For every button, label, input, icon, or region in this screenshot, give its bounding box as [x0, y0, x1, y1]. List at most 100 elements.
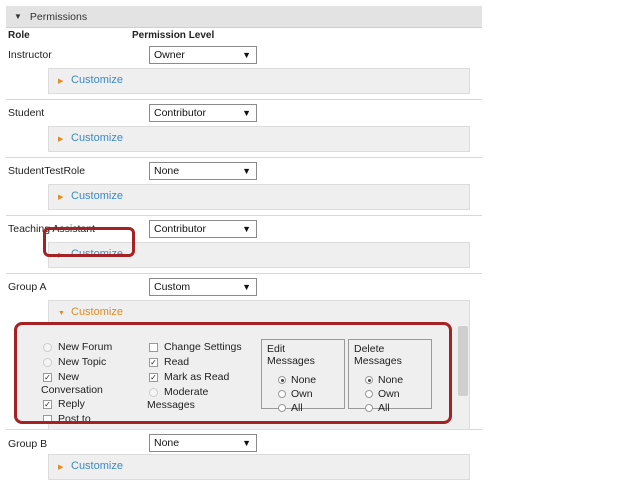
checkmark-icon: ✓ [43, 372, 52, 382]
read-label: Read [164, 356, 190, 368]
customize-bar: ▶ Customize [48, 454, 470, 480]
permissions-scrollbar[interactable] [458, 326, 468, 396]
edit-own-radio[interactable]: Own [278, 388, 313, 400]
disabled-checkbox-icon [149, 387, 158, 397]
checkmark-icon: ✓ [149, 357, 158, 367]
customize-bar: ▶ Customize [48, 126, 470, 152]
select-value: Contributor [154, 107, 206, 119]
delete-all-label: All [378, 402, 390, 414]
delete-all-radio[interactable]: All [365, 402, 390, 414]
role-label: StudentTestRole [8, 165, 86, 177]
section-title: Permissions [29, 10, 88, 23]
delete-messages-title: Delete Messages [354, 343, 402, 367]
permission-level-select[interactable]: Contributor ▼ [149, 220, 257, 238]
post-to-checkbox[interactable]: Post to [43, 413, 91, 424]
role-row: StudentTestRole None ▼ ▶ Customize [6, 158, 482, 216]
edit-messages-title: Edit Messages [267, 343, 315, 367]
checkbox-icon [149, 342, 158, 352]
customize-link[interactable]: Customize [71, 306, 123, 318]
edit-all-radio[interactable]: All [278, 402, 303, 414]
caret-right-icon: ▶ [58, 78, 64, 85]
new-topic-label: New Topic [58, 356, 107, 368]
delete-own-label: Own [378, 388, 400, 400]
role-row: Group B None ▼ ▶ Customize [6, 430, 482, 482]
checkbox-icon [43, 414, 52, 421]
radio-selected-icon [365, 376, 373, 384]
edit-title-line2: Messages [267, 355, 315, 367]
moderate-messages-checkbox[interactable]: Moderate [149, 386, 208, 398]
checkmark-icon: ✓ [149, 372, 158, 382]
reply-label: Reply [58, 398, 85, 410]
permission-level-select[interactable]: Owner ▼ [149, 46, 257, 64]
read-checkbox[interactable]: ✓ Read [149, 356, 189, 368]
edit-messages-group: Edit Messages None Own All [261, 339, 345, 414]
permission-level-select[interactable]: Contributor ▼ [149, 104, 257, 122]
permissions-section-header[interactable]: ▼ Permissions [6, 6, 482, 28]
post-to-label: Post to [58, 413, 91, 424]
new-forum-label: New Forum [58, 341, 113, 353]
delete-none-radio[interactable]: None [365, 374, 403, 386]
delete-none-label: None [378, 374, 404, 386]
reply-checkbox[interactable]: ✓ Reply [43, 398, 85, 410]
role-row: Student Contributor ▼ ▶ Customize [6, 100, 482, 158]
delete-title-line1: Delete [354, 343, 385, 355]
customize-bar: ▶ Customize [48, 184, 470, 210]
radio-selected-icon [278, 376, 286, 384]
radio-icon [278, 404, 286, 412]
select-value: Owner [154, 49, 185, 61]
customize-link[interactable]: Customize [71, 460, 123, 472]
role-column-header: Role [8, 30, 30, 41]
customize-link[interactable]: Customize [71, 132, 123, 144]
mark-as-read-checkbox[interactable]: ✓ Mark as Read [149, 371, 229, 383]
edit-all-label: All [291, 402, 303, 414]
new-conversation-checkbox[interactable]: ✓ New [43, 371, 79, 383]
caret-right-icon: ▶ [58, 464, 64, 471]
customize-highlight-outline [43, 227, 135, 257]
caret-right-icon: ▶ [58, 194, 64, 201]
dropdown-arrow-icon: ▼ [242, 438, 251, 448]
select-value: Contributor [154, 223, 206, 235]
caret-right-icon: ▶ [58, 136, 64, 143]
select-value: None [154, 165, 180, 177]
role-label: Group A [8, 281, 47, 293]
dropdown-arrow-icon: ▼ [242, 50, 251, 60]
dropdown-arrow-icon: ▼ [242, 166, 251, 176]
role-label: Instructor [8, 49, 52, 61]
caret-down-icon: ▼ [58, 310, 65, 317]
role-row: Instructor Owner ▼ ▶ Customize [6, 42, 482, 100]
edit-title-line1: Edit [267, 343, 286, 355]
disabled-checkbox-icon [43, 357, 52, 367]
select-value: None [154, 437, 180, 449]
new-conversation-label-line2: Conversation [41, 384, 103, 396]
new-topic-checkbox[interactable]: New Topic [43, 356, 106, 368]
change-settings-checkbox[interactable]: Change Settings [149, 341, 242, 353]
delete-title-line2: Messages [354, 355, 402, 367]
select-value: Custom [154, 281, 191, 293]
permission-level-column-header: Permission Level [132, 30, 215, 41]
edit-none-radio[interactable]: None [278, 374, 316, 386]
triangle-down-icon: ▼ [14, 12, 22, 21]
new-forum-checkbox[interactable]: New Forum [43, 341, 112, 353]
change-settings-label: Change Settings [164, 341, 242, 353]
custom-permissions-area: New Forum New Topic ✓ New Conversation ✓… [14, 322, 452, 424]
permission-level-select[interactable]: None ▼ [149, 162, 257, 180]
customize-link[interactable]: Customize [71, 74, 123, 86]
checkmark-icon: ✓ [43, 399, 52, 409]
radio-icon [278, 390, 286, 398]
radio-icon [365, 404, 373, 412]
mark-as-read-label: Mark as Read [164, 371, 230, 383]
disabled-checkbox-icon [43, 342, 52, 352]
permission-level-select[interactable]: Custom ▼ [149, 278, 257, 296]
role-label: Group B [8, 438, 48, 450]
dropdown-arrow-icon: ▼ [242, 108, 251, 118]
permission-level-select[interactable]: None ▼ [149, 434, 257, 452]
radio-icon [365, 390, 373, 398]
delete-messages-group: Delete Messages None Own All [348, 339, 432, 414]
customize-link[interactable]: Customize [71, 190, 123, 202]
dropdown-arrow-icon: ▼ [242, 282, 251, 292]
dropdown-arrow-icon: ▼ [242, 224, 251, 234]
moderate-label-line2: Messages [147, 399, 195, 411]
edit-none-label: None [291, 374, 317, 386]
moderate-label: Moderate [164, 386, 209, 398]
delete-own-radio[interactable]: Own [365, 388, 400, 400]
